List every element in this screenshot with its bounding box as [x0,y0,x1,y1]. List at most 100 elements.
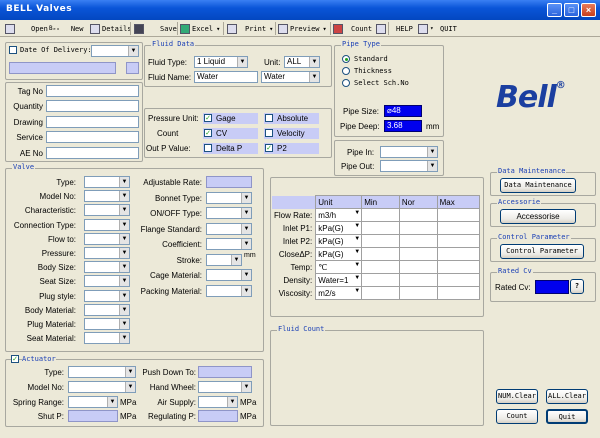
close-button[interactable]: × [581,3,596,17]
min-value-cell[interactable] [361,221,400,235]
pipe-in-select[interactable]: ▼ [380,146,438,158]
print-button[interactable]: Print ▾ [227,22,273,35]
standard-radio[interactable] [342,55,350,63]
quantity-field[interactable] [46,100,139,112]
valve-right-select[interactable]: ▼ [206,191,252,204]
spring-range-select[interactable]: ▼ [68,396,118,408]
nor-value-cell[interactable] [398,286,438,300]
help-button[interactable]: HELP [396,22,413,35]
date-of-delivery-picker[interactable]: ▼ [91,45,139,57]
push-down-field[interactable] [198,366,252,378]
unit-select[interactable]: m3/h ▼ [315,208,363,222]
new-button[interactable]: Bₑₓ New [49,22,84,35]
valve-left-select[interactable]: ▼ [84,318,130,330]
min-value-cell[interactable] [361,234,400,248]
valve-left-select[interactable]: ▼ [84,218,130,231]
actuator-model-no-select[interactable]: ▼ [68,381,136,393]
nor-value-cell[interactable] [398,234,438,248]
maximize-button[interactable]: □ [564,3,579,17]
valve-right-select[interactable]: ▼ [206,284,252,297]
service-field[interactable] [46,131,139,143]
thickness-radio[interactable] [342,67,350,75]
valve-right-select[interactable]: ▼ [206,207,252,219]
drawing-field[interactable] [46,116,139,128]
save-button[interactable]: Save [134,22,177,35]
nor-value-cell[interactable] [398,273,438,287]
cv-checkbox[interactable]: ✓ [204,129,212,137]
excel-button[interactable]: Excel ▾ [180,22,220,35]
rated-cv-field[interactable] [535,280,569,294]
max-value-cell[interactable] [436,208,481,222]
shut-p-field[interactable] [68,410,118,422]
unit-select[interactable]: kPa(G) ▼ [315,234,363,248]
unit-select[interactable]: Water=1 ▼ [315,273,363,287]
unit-select[interactable]: kPa(G) ▼ [315,247,363,261]
min-value-cell[interactable] [361,208,400,222]
pipe-deep-field[interactable]: 3.68 [384,120,422,132]
data-maintenance-button[interactable]: Data Maintenance [500,178,576,193]
absolute-checkbox[interactable] [265,114,273,122]
valve-right-select[interactable]: ▼ [206,222,252,235]
actuator-checkbox[interactable]: ✓ [11,355,19,363]
tag-no-field[interactable] [46,85,139,97]
actuator-type-select[interactable]: ▼ [68,366,136,378]
min-value-cell[interactable] [361,286,400,300]
max-value-cell[interactable] [436,286,481,300]
count-button[interactable]: Count [496,409,538,424]
pipe-out-select[interactable]: ▼ [380,160,438,172]
delivery-text-field[interactable] [9,62,116,74]
gage-checkbox[interactable]: ✓ [204,114,212,122]
cv-option[interactable]: ✓ CV [203,128,258,139]
min-value-cell[interactable] [361,260,400,274]
control-parameter-button[interactable]: Control Parameter [500,244,584,259]
unit-select[interactable]: kPa(G) ▼ [315,221,363,235]
valve-left-select[interactable]: ▼ [84,232,130,245]
max-value-cell[interactable] [436,221,481,235]
max-value-cell[interactable] [436,234,481,248]
absolute-option[interactable]: Absolute [264,113,319,124]
accessorise-button[interactable]: Accessorise [500,209,576,224]
min-value-cell[interactable] [361,273,400,287]
quit-toolbar-button[interactable]: QUIT [440,22,457,35]
date-of-delivery-checkbox[interactable] [9,46,17,54]
fluid-name-select[interactable]: Water ▼ [261,71,320,83]
p2-checkbox[interactable]: ✓ [265,144,273,152]
max-value-cell[interactable] [436,260,481,274]
velocity-option[interactable]: Velocity [264,128,319,139]
valve-left-select[interactable]: ▼ [84,289,130,302]
settings-toolbar-button[interactable] [376,22,388,35]
delivery-small-field[interactable] [126,62,139,74]
nor-value-cell[interactable] [398,260,438,274]
air-supply-select[interactable]: ▼ [198,396,238,408]
valve-right-select[interactable]: ▼ [206,253,242,266]
fluid-name-field[interactable]: Water [194,71,258,83]
velocity-checkbox[interactable] [265,129,273,137]
nor-value-cell[interactable] [398,221,438,235]
valve-left-select[interactable]: ▼ [84,190,130,203]
minimize-button[interactable]: _ [547,3,562,17]
unit-select[interactable]: ALL ▼ [284,56,320,68]
rated-cv-help-button[interactable]: ? [570,279,584,294]
delta-p-checkbox[interactable] [204,144,212,152]
regulating-p-field[interactable] [198,410,238,422]
min-value-cell[interactable] [361,247,400,261]
unit-select[interactable]: m2/s ▼ [315,286,363,300]
max-value-cell[interactable] [436,273,481,287]
unit-select[interactable]: ℃ ▼ [315,260,363,274]
hand-wheel-select[interactable]: ▼ [198,381,252,393]
count-toolbar-button[interactable]: Count [333,22,372,35]
max-value-cell[interactable] [436,247,481,261]
valve-left-select[interactable]: ▼ [84,303,130,316]
p2-option[interactable]: ✓ P2 [264,143,319,154]
select-sch-radio[interactable] [342,79,350,87]
details-button[interactable]: Details [90,22,132,35]
valve-left-select[interactable]: ▼ [84,275,130,288]
valve-left-select[interactable]: ▼ [84,247,130,259]
valve-right-select[interactable]: ▼ [206,238,252,250]
valve-right-select[interactable]: ▼ [206,269,252,281]
valve-left-select[interactable]: ▼ [84,176,130,188]
valve-left-select[interactable]: ▼ [84,261,130,274]
pipe-size-field[interactable]: ⌀48 [384,105,422,117]
nor-value-cell[interactable] [398,247,438,261]
num-clear-button[interactable]: NUM.Clear [496,389,538,404]
